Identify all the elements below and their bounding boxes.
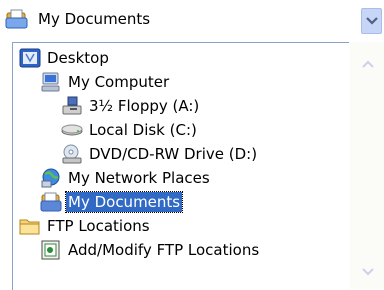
scroll-up-button[interactable] [356, 53, 380, 75]
list-item-label: My Computer [68, 73, 170, 91]
list-item-network-places[interactable]: My Network Places [40, 166, 212, 190]
dropdown-arrow-button[interactable] [361, 8, 382, 34]
list-item-label: Local Disk (C:) [89, 121, 197, 139]
dvd-drive-icon [62, 144, 82, 164]
dropdown-value: My Documents [38, 10, 151, 28]
list-item-ftp-locations[interactable]: FTP Locations [19, 214, 152, 238]
ftp-edit-icon [41, 240, 60, 260]
list-item-desktop[interactable]: Desktop [19, 46, 111, 70]
list-item-label: 3½ Floppy (A:) [89, 97, 200, 115]
look-in-dropdown[interactable]: My Documents [0, 2, 384, 38]
my-computer-icon [41, 72, 60, 92]
list-item-local-disk[interactable]: Local Disk (C:) [61, 118, 199, 142]
list-item-label: FTP Locations [47, 217, 150, 235]
list-item-label: Add/Modify FTP Locations [68, 241, 260, 259]
list-item-label: My Documents [64, 191, 184, 213]
scroll-down-button[interactable] [356, 261, 380, 283]
location-list[interactable]: Desktop My Computer 3½ Floppy (A:) Local… [12, 42, 349, 290]
list-item-my-computer[interactable]: My Computer [40, 70, 171, 94]
list-item-floppy[interactable]: 3½ Floppy (A:) [61, 94, 201, 118]
chevron-down-icon [362, 268, 374, 276]
list-item-label: DVD/CD-RW Drive (D:) [89, 145, 258, 163]
list-item-my-documents[interactable]: My Documents [40, 190, 184, 214]
list-item-label: Desktop [47, 49, 109, 67]
my-documents-icon [5, 9, 28, 29]
dropdown-field[interactable]: My Documents [0, 2, 358, 38]
floppy-drive-icon [62, 96, 82, 115]
desktop-icon [19, 48, 41, 68]
list-item-label: My Network Places [68, 169, 210, 187]
list-item-add-modify-ftp[interactable]: Add/Modify FTP Locations [40, 238, 261, 262]
folder-icon [19, 219, 40, 235]
chevron-up-icon [362, 60, 374, 68]
chevron-down-icon [366, 17, 378, 25]
network-places-icon [41, 168, 60, 188]
hard-disk-icon [61, 124, 83, 136]
list-item-dvd-drive[interactable]: DVD/CD-RW Drive (D:) [61, 142, 259, 166]
vertical-scrollbar[interactable] [350, 42, 384, 289]
my-documents-icon [40, 192, 62, 212]
